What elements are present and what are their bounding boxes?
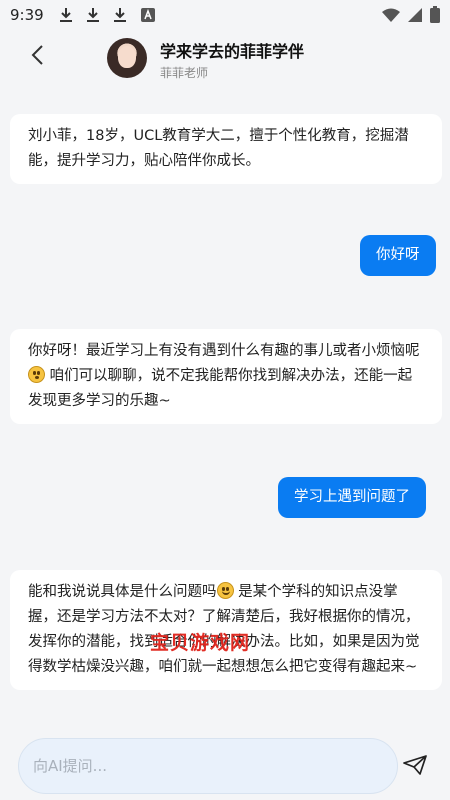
cellular-icon — [408, 7, 422, 26]
chevron-left-icon — [30, 44, 44, 70]
message-text: 你好呀 — [376, 247, 420, 263]
download-icon — [85, 7, 101, 23]
send-icon — [403, 755, 427, 779]
input-bar — [0, 728, 450, 800]
user-message: 你好呀 — [360, 235, 436, 276]
bot-message: 你好呀！最近学习上有没有遇到什么有趣的事儿或者小烦恼呢 咱们可以聊聊，说不定我能… — [10, 329, 442, 424]
back-button[interactable] — [22, 42, 52, 72]
message-text: 学习上遇到问题了 — [294, 489, 410, 505]
wifi-icon — [382, 7, 400, 26]
grinning-face-emoji-icon — [216, 582, 234, 599]
a-icon — [140, 8, 155, 22]
chat-subtitle: 菲菲老师 — [160, 66, 209, 80]
user-message: 学习上遇到问题了 — [278, 477, 426, 518]
avatar[interactable] — [107, 38, 147, 78]
battery-icon — [430, 6, 440, 27]
message-text: 能和我说说具体是什么问题吗 — [28, 584, 217, 600]
download-icon — [112, 7, 128, 23]
bot-message: 刘小菲，18岁，UCL教育学大二，擅于个性化教育，挖掘潜能，提升学习力，贴心陪伴… — [10, 114, 442, 184]
dizzy-face-emoji-icon — [28, 366, 45, 383]
send-button[interactable] — [400, 752, 430, 782]
chat-title: 学来学去的菲菲学伴 — [160, 42, 305, 61]
message-text: 刘小菲，18岁，UCL教育学大二，擅于个性化教育，挖掘潜能，提升学习力，贴心陪伴… — [28, 128, 409, 169]
download-icon — [58, 7, 74, 23]
message-text: 咱们可以聊聊，说不定我能帮你找到解决办法，还能一起发现更多学习的乐趣~ — [28, 368, 413, 409]
status-bar: 9:39 — [0, 0, 450, 30]
watermark: 宝贝游戏网 — [150, 632, 251, 654]
status-time: 9:39 — [10, 6, 44, 24]
chat-header: 学来学去的菲菲学伴 菲菲老师 — [0, 30, 450, 90]
question-input[interactable] — [18, 738, 398, 794]
message-text: 你好呀！最近学习上有没有遇到什么有趣的事儿或者小烦恼呢 — [28, 343, 420, 359]
